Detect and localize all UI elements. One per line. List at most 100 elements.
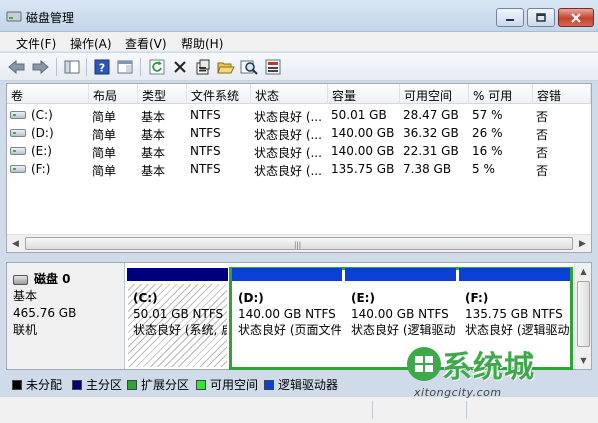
volume-name: (D:) <box>31 126 54 140</box>
scroll-left-icon[interactable]: ◀ <box>7 235 24 252</box>
volume-row-d[interactable]: (D:) 简单 基本 NTFS 状态良好 (... 140.00 GB 36.3… <box>7 124 591 142</box>
column-free-space[interactable]: 可用空间 <box>400 84 469 104</box>
partition-size: 140.00 GB NTFS <box>351 307 449 321</box>
volume-fault-tolerance: 否 <box>536 128 549 142</box>
column-layout[interactable]: 布局 <box>89 84 138 104</box>
properties-pane-icon[interactable] <box>116 58 134 76</box>
legend-swatch <box>127 380 137 390</box>
column-type[interactable]: 类型 <box>138 84 187 104</box>
column-percent-free[interactable]: % 可用 <box>469 84 533 104</box>
title-bar: 磁盘管理 <box>0 0 598 32</box>
maximize-icon <box>536 13 546 22</box>
disk-size: 465.76 GB <box>13 306 77 320</box>
volume-type: 基本 <box>141 110 166 124</box>
partition-status: 状态良好 (逻辑驱动 <box>465 323 569 337</box>
volume-capacity: 140.00 GB <box>331 144 395 158</box>
volume-percent-free: 26 % <box>472 126 503 140</box>
back-icon[interactable] <box>8 58 26 76</box>
disk-info[interactable]: 磁盘 0 基本 465.76 GB 联机 <box>7 263 125 369</box>
partition-size: 50.01 GB NTFS <box>133 307 224 321</box>
volume-name: (C:) <box>31 108 53 122</box>
window-title: 磁盘管理 <box>26 11 75 25</box>
menu-view[interactable]: 查看(V) <box>125 35 167 52</box>
disk-name: 磁盘 0 <box>34 272 71 286</box>
disk-icon <box>13 274 28 285</box>
menu-action[interactable]: 操作(A) <box>70 35 112 52</box>
refresh-icon[interactable] <box>148 58 166 76</box>
properties-icon[interactable] <box>194 58 212 76</box>
volume-capacity: 140.00 GB <box>331 126 395 140</box>
volume-name: (E:) <box>31 144 52 158</box>
toolbar-separator <box>86 58 87 76</box>
volume-type: 基本 <box>141 128 166 142</box>
partition-bar <box>459 268 570 281</box>
legend-primary: 主分区 <box>72 376 122 393</box>
close-icon <box>571 12 581 23</box>
volume-percent-free: 16 % <box>472 144 503 158</box>
help-icon[interactable]: ? <box>93 58 111 76</box>
volume-name: (F:) <box>31 162 51 176</box>
grip-icon: ||| <box>294 241 302 249</box>
open-icon[interactable] <box>217 58 235 76</box>
legend-unallocated: 未分配 <box>12 376 62 393</box>
partition-d[interactable]: (D:) 140.00 GB NTFS 状态良好 (页面文件 <box>232 268 342 369</box>
partition-status: 状态良好 (页面文件 <box>238 323 341 337</box>
volume-layout: 简单 <box>92 146 117 160</box>
minimize-button[interactable] <box>496 8 524 27</box>
menu-file[interactable]: 文件(F) <box>16 35 56 52</box>
column-capacity[interactable]: 容量 <box>328 84 400 104</box>
volume-row-c[interactable]: (C:) 简单 基本 NTFS 状态良好 (... 50.01 GB 28.47… <box>7 106 591 124</box>
explore-icon[interactable] <box>240 58 258 76</box>
scroll-right-icon[interactable]: ▶ <box>574 235 591 252</box>
volume-fault-tolerance: 否 <box>536 164 549 178</box>
volume-capacity: 135.75 GB <box>331 162 395 176</box>
column-volume[interactable]: 卷 <box>7 84 89 104</box>
partition-size: 135.75 GB NTFS <box>465 307 563 321</box>
scroll-thumb[interactable]: ||| <box>25 237 573 250</box>
maximize-button[interactable] <box>527 8 555 27</box>
scroll-up-icon[interactable]: ▲ <box>575 263 592 280</box>
partition-bar <box>345 268 456 281</box>
partition-body: (D:) 140.00 GB NTFS 状态良好 (页面文件 <box>233 284 341 367</box>
column-filesystem[interactable]: 文件系统 <box>187 84 251 104</box>
partition-status: 状态良好 (逻辑驱动 <box>351 323 455 337</box>
volume-free-space: 28.47 GB <box>403 108 459 122</box>
show-hide-tree-icon[interactable] <box>63 58 81 76</box>
volume-percent-free: 5 % <box>472 162 495 176</box>
disk-management-icon <box>6 11 22 22</box>
volume-row-e[interactable]: (E:) 简单 基本 NTFS 状态良好 (... 140.00 GB 22.3… <box>7 142 591 160</box>
volume-free-space: 7.38 GB <box>403 162 452 176</box>
volume-row-f[interactable]: (F:) 简单 基本 NTFS 状态良好 (... 135.75 GB 7.38… <box>7 160 591 178</box>
watermark-url: xitongcity.com <box>414 386 502 399</box>
legend-swatch <box>72 380 82 390</box>
partition-name: (F:) <box>465 291 489 305</box>
volume-percent-free: 57 % <box>472 108 503 122</box>
disk-status: 联机 <box>13 323 38 337</box>
horizontal-scrollbar[interactable]: ◀ ||| ▶ <box>7 234 591 252</box>
volume-fault-tolerance: 否 <box>536 110 549 124</box>
volume-type: 基本 <box>141 146 166 160</box>
close-button[interactable] <box>558 8 594 27</box>
partition-name: (C:) <box>133 291 158 305</box>
rescan-icon[interactable] <box>264 58 282 76</box>
volume-layout: 简单 <box>92 164 117 178</box>
volume-free-space: 36.32 GB <box>403 126 459 140</box>
partition-size: 140.00 GB NTFS <box>238 307 336 321</box>
volume-layout: 简单 <box>92 110 117 124</box>
watermark-text: 系统城 <box>442 350 535 385</box>
menu-help[interactable]: 帮助(H) <box>181 35 223 52</box>
volume-filesystem: NTFS <box>190 108 221 122</box>
svg-text:?: ? <box>99 62 105 75</box>
minimize-icon <box>506 18 514 21</box>
partition-bar <box>127 268 228 281</box>
column-fault-tolerance[interactable]: 容错 <box>533 84 591 104</box>
toolbar-separator <box>140 58 141 76</box>
toolbar-separator <box>56 58 57 76</box>
delete-icon[interactable] <box>171 58 189 76</box>
forward-icon[interactable] <box>31 58 49 76</box>
column-status[interactable]: 状态 <box>251 84 328 104</box>
partition-status: 状态良好 (系统, 启 <box>133 323 227 337</box>
drive-icon <box>10 165 26 173</box>
partition-c[interactable]: (C:) 50.01 GB NTFS 状态良好 (系统, 启 <box>127 268 228 369</box>
toolbar: ? <box>0 53 598 81</box>
